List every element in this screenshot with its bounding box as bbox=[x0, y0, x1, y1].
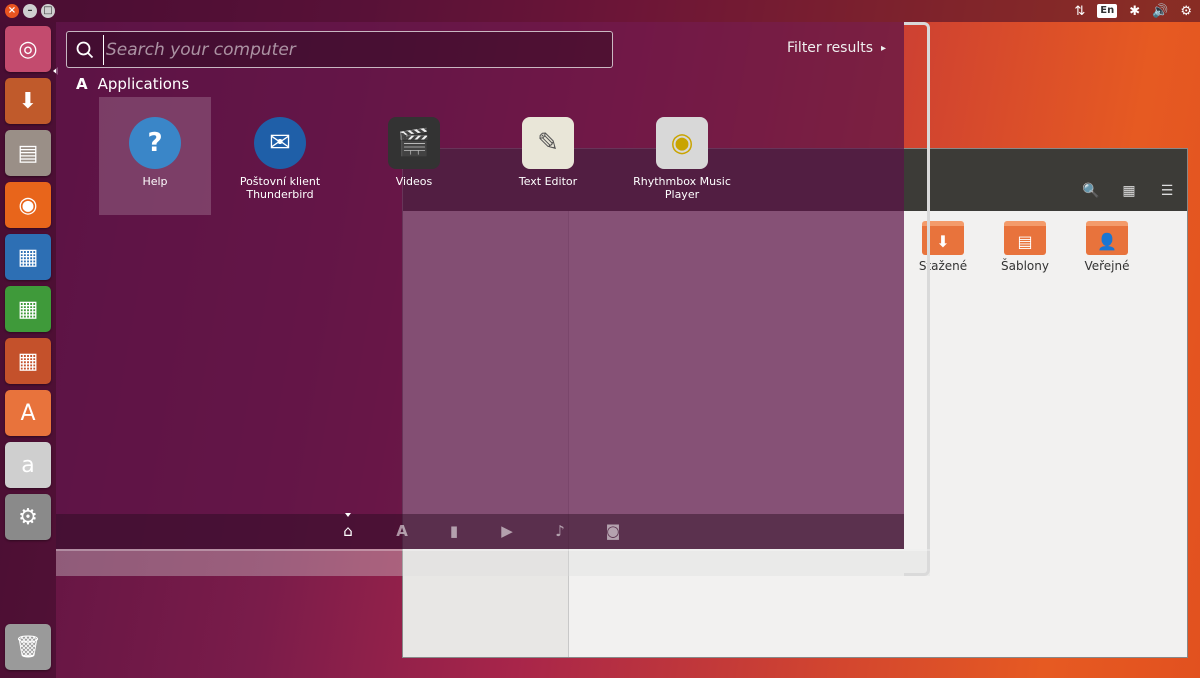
files-grid-view-icon[interactable]: ▦ bbox=[1115, 179, 1143, 203]
launcher-system-settings-icon[interactable]: ⚙ bbox=[5, 494, 51, 540]
launcher-software-updater-icon[interactable]: ⬇ bbox=[5, 78, 51, 124]
files-lens-icon[interactable]: ▮ bbox=[443, 522, 465, 542]
section-title: Applications bbox=[97, 75, 190, 93]
folder-public-icon: 👤 bbox=[1086, 221, 1128, 255]
video-lens-icon[interactable]: ▶ bbox=[496, 522, 518, 542]
launcher-trash-icon[interactable]: 🗑 bbox=[5, 624, 51, 670]
filter-results-button[interactable]: Filter results ▸ bbox=[787, 40, 886, 56]
search-icon bbox=[67, 31, 103, 68]
text-editor-icon: ✎ bbox=[522, 117, 574, 169]
window-frame-bottom bbox=[56, 549, 930, 576]
help-icon: ? bbox=[129, 117, 181, 169]
app-label: Help bbox=[142, 175, 168, 188]
photos-lens-icon[interactable]: ◙ bbox=[602, 522, 624, 542]
launcher-firefox-icon[interactable]: ◉ bbox=[5, 182, 51, 228]
keyboard-layout-indicator[interactable]: En bbox=[1097, 4, 1118, 18]
clapperboard-icon: 🎬 bbox=[388, 117, 440, 169]
launcher-libreoffice-calc-icon[interactable]: ▦ bbox=[5, 286, 51, 332]
volume-icon[interactable]: 🔊 bbox=[1152, 4, 1168, 19]
files-search-icon[interactable]: 🔍 bbox=[1077, 179, 1105, 203]
home-lens-icon[interactable]: ⌂ bbox=[337, 522, 359, 542]
lens-bar: ⌂ A ▮ ▶ ♪ ◙ bbox=[56, 513, 904, 549]
window-controls: × – □ bbox=[0, 4, 55, 18]
folder-templates-icon: ▤ bbox=[1004, 221, 1046, 255]
music-lens-icon[interactable]: ♪ bbox=[549, 522, 571, 542]
dash-overlay: Filter results ▸ A Applications ? Help ✉… bbox=[56, 22, 904, 549]
app-label: Rhythmbox Music Player bbox=[633, 175, 731, 201]
folder-sablony[interactable]: ▤ Šablony bbox=[990, 221, 1060, 273]
active-lens-pointer bbox=[345, 513, 351, 517]
close-icon[interactable]: × bbox=[5, 4, 19, 18]
launcher-files-icon[interactable]: ▤ bbox=[5, 130, 51, 176]
window-frame-outline bbox=[904, 22, 930, 576]
app-text-editor[interactable]: ✎ Text Editor bbox=[492, 97, 604, 215]
indicator-area: ⇅ En ✱ 🔊 ⚙ bbox=[1074, 4, 1200, 19]
bluetooth-icon[interactable]: ✱ bbox=[1129, 4, 1140, 19]
top-panel: × – □ ⇅ En ✱ 🔊 ⚙ bbox=[0, 0, 1200, 22]
filter-results-label: Filter results bbox=[787, 40, 874, 56]
applications-lens-icon: A bbox=[76, 75, 88, 93]
folder-label: Šablony bbox=[1001, 259, 1049, 273]
search-box[interactable] bbox=[66, 31, 613, 68]
app-videos[interactable]: 🎬 Videos bbox=[358, 97, 470, 215]
session-gear-icon[interactable]: ⚙ bbox=[1180, 4, 1192, 19]
app-help[interactable]: ? Help bbox=[99, 97, 211, 215]
applications-lens-icon[interactable]: A bbox=[391, 522, 413, 542]
app-label: Videos bbox=[395, 175, 433, 188]
launcher-ubuntu-software-icon[interactable]: A bbox=[5, 390, 51, 436]
minimize-icon[interactable]: – bbox=[23, 4, 37, 18]
launcher-amazon-icon[interactable]: a bbox=[5, 442, 51, 488]
app-label: Text Editor bbox=[518, 175, 578, 188]
rhythmbox-speaker-icon: ◉ bbox=[656, 117, 708, 169]
maximize-icon[interactable]: □ bbox=[41, 4, 55, 18]
launcher: ◎ ⬇ ▤ ◉ ▦ ▦ ▦ Aa ⚙ 🗑 bbox=[0, 22, 58, 678]
launcher-libreoffice-writer-icon[interactable]: ▦ bbox=[5, 234, 51, 280]
thunderbird-icon: ✉ bbox=[254, 117, 306, 169]
folder-verejne[interactable]: 👤 Veřejné bbox=[1072, 221, 1142, 273]
folder-label: Veřejné bbox=[1084, 259, 1130, 273]
app-thunderbird[interactable]: ✉ Poštovní klient Thunderbird bbox=[224, 97, 336, 215]
launcher-ubuntu-dash-icon[interactable]: ◎ bbox=[5, 26, 51, 72]
files-menu-icon[interactable]: ☰ bbox=[1153, 179, 1181, 203]
network-icon[interactable]: ⇅ bbox=[1074, 4, 1085, 19]
app-label: Poštovní klient Thunderbird bbox=[239, 175, 321, 201]
app-rhythmbox[interactable]: ◉ Rhythmbox Music Player bbox=[626, 97, 738, 215]
launcher-libreoffice-impress-icon[interactable]: ▦ bbox=[5, 338, 51, 384]
search-input[interactable] bbox=[103, 34, 593, 65]
chevron-right-icon: ▸ bbox=[881, 42, 887, 54]
applications-section-header: A Applications bbox=[76, 75, 189, 93]
